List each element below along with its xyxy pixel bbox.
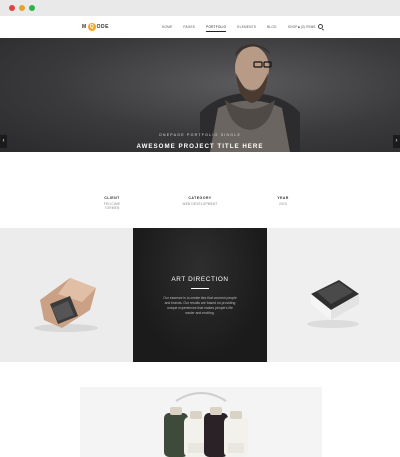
client-value: FELICIME TORMEN <box>103 202 121 210</box>
category-label: CATEGORY <box>188 196 212 200</box>
packaging-image <box>34 278 98 332</box>
card-box-image <box>307 280 359 328</box>
category-value: WEB DEVELOPMENT <box>182 202 218 206</box>
nav-item-pages[interactable]: PAGES <box>183 25 195 29</box>
art-direction-background <box>133 228 267 362</box>
bottles-image <box>164 392 248 457</box>
main-menu: HOME PAGES PORTFOLIO ELEMENTS BLOG SHOP <box>162 25 309 32</box>
window-titlebar <box>0 0 400 16</box>
cart-icon: ■ <box>298 25 300 29</box>
nav-item-shop[interactable]: SHOP <box>288 25 298 29</box>
site-logo[interactable]: M Q ODE <box>82 22 109 32</box>
close-window-button[interactable] <box>9 5 15 11</box>
nav-item-elements[interactable]: ELEMENTS <box>237 25 256 29</box>
hero-title: AWESOME PROJECT TITLE HERE <box>136 143 264 150</box>
title-divider <box>191 288 209 289</box>
portfolio-image-bottles[interactable] <box>80 387 322 457</box>
cart-link[interactable]: ■ (0) ITEMS <box>298 25 315 29</box>
cart-count: (0) ITEMS <box>300 25 316 29</box>
art-direction-description: Our essence is to create ties that conne… <box>163 296 237 315</box>
portfolio-tile-art-direction[interactable]: ART DIRECTION Our essence is to create t… <box>133 228 267 362</box>
client-label: CLIENT <box>104 196 120 200</box>
browser-window: M Q ODE HOME PAGES PORTFOLIO ELEMENTS BL… <box>0 0 400 457</box>
logo-text-left: M <box>82 24 87 30</box>
project-category: CATEGORY WEB DEVELOPMENT <box>182 196 218 206</box>
minimize-window-button[interactable] <box>19 5 25 11</box>
slider-next-arrow-icon[interactable]: › <box>393 135 400 148</box>
year-value: 2015 <box>279 202 287 206</box>
search-icon[interactable] <box>318 24 323 29</box>
nav-item-portfolio[interactable]: PORTFOLIO <box>206 25 227 32</box>
nav-item-home[interactable]: HOME <box>162 25 172 29</box>
project-year: YEAR 2015 <box>270 196 296 206</box>
maximize-window-button[interactable] <box>29 5 35 11</box>
logo-text-right: ODE <box>96 24 110 30</box>
logo-mark: Q <box>87 23 96 31</box>
top-navigation: M Q ODE HOME PAGES PORTFOLIO ELEMENTS BL… <box>0 16 400 38</box>
portfolio-tile-card-box[interactable] <box>267 228 400 362</box>
hero-slider: ONEPAGE PORTFOLIO SINGLE AWESOME PROJECT… <box>0 38 400 152</box>
slider-prev-arrow-icon[interactable]: ‹ <box>0 135 7 148</box>
portfolio-tile-packaging[interactable] <box>0 228 133 362</box>
art-direction-title: ART DIRECTION <box>171 276 229 283</box>
project-client: CLIENT FELICIME TORMEN <box>97 196 127 210</box>
page-content: M Q ODE HOME PAGES PORTFOLIO ELEMENTS BL… <box>0 16 400 457</box>
nav-item-blog[interactable]: BLOG <box>267 25 277 29</box>
hero-subtitle: ONEPAGE PORTFOLIO SINGLE <box>158 133 242 137</box>
year-label: YEAR <box>277 196 289 200</box>
